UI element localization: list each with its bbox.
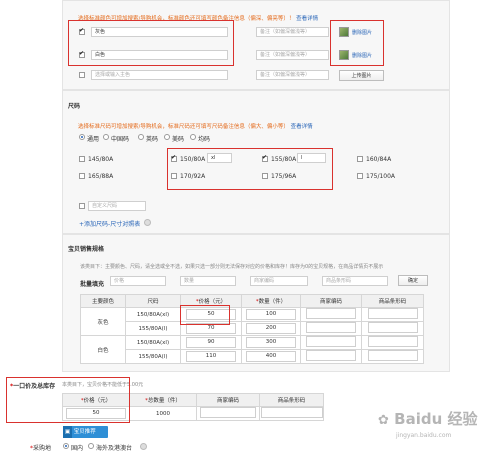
color-hint-link[interactable]: 查看详情 — [296, 16, 318, 22]
size-checkbox-145[interactable] — [79, 156, 85, 162]
size-standard-label-uk: 英码 — [146, 136, 159, 143]
size-standard-radio-uk[interactable] — [138, 134, 144, 140]
sku-barcode-input[interactable] — [367, 322, 418, 333]
size-title: 尺码 — [68, 103, 81, 110]
purchase-label: *采购地 — [30, 445, 52, 452]
sku-header-color: 主要颜色 — [80, 294, 126, 308]
sku-size-cell: 150/80A(xl) — [125, 335, 181, 350]
batch-fill-label: 批量填充 — [80, 281, 105, 288]
color-remark-input-gray[interactable]: 备注（如偏深偏浅等） — [256, 27, 329, 37]
batch-confirm-button[interactable]: 确定 — [398, 275, 428, 286]
sku-qty-input[interactable]: 300 — [246, 337, 296, 348]
custom-size-checkbox[interactable] — [79, 203, 85, 209]
size-standard-label-general: 通用 — [87, 136, 100, 143]
size-checkbox-160[interactable] — [357, 156, 363, 162]
smart-recommend-icon: ▣ — [63, 426, 72, 438]
sku-code-input[interactable] — [306, 308, 356, 319]
baidu-watermark-url: jingyan.baidu.com — [396, 432, 452, 439]
size-hint-link[interactable]: 查看详情 — [291, 124, 313, 130]
color-remark-input-new[interactable]: 备注（如偏深偏浅等） — [256, 70, 329, 80]
sku-color-cell: 白色 — [80, 335, 126, 364]
sku-barcode-input[interactable] — [367, 350, 418, 361]
sku-qty-input[interactable]: 100 — [246, 309, 296, 320]
batch-price-input[interactable]: 价格 — [110, 276, 166, 286]
code-header: 商家编码 — [196, 393, 260, 407]
paw-icon: ✿ — [378, 413, 389, 428]
sku-header-code: 商家编码 — [300, 294, 362, 308]
barcode-header: 商品条形码 — [259, 393, 324, 407]
add-size-chart-link[interactable]: +添加尺码-尺寸对照表 — [79, 219, 140, 228]
sku-size-cell: 150/80A(xl) — [125, 307, 181, 322]
batch-qty-input[interactable]: 数量 — [180, 276, 236, 286]
size-standard-radio-general[interactable] — [79, 134, 85, 140]
sale-spec-desc: 该类目下：主要颜色、尺码，请全选或全不选，如果只选一部分则无法保存对应的价格和库… — [80, 264, 384, 270]
size-checkbox-165[interactable] — [79, 173, 85, 179]
purchase-radio-domestic[interactable] — [63, 443, 69, 449]
purchase-label-overseas: 海外及港澳台 — [96, 445, 133, 452]
highlight-price-stock — [6, 377, 130, 423]
custom-size-input[interactable]: 自定义尺码 — [88, 201, 146, 211]
sku-price-input[interactable]: 90 — [186, 337, 236, 348]
sku-qty-input[interactable]: 200 — [246, 323, 296, 334]
size-standard-label-us: 美码 — [172, 136, 185, 143]
size-checkbox-175-100[interactable] — [357, 173, 363, 179]
upload-image-button[interactable]: 上传图片 — [339, 70, 384, 81]
size-chart-help-icon[interactable] — [144, 219, 151, 226]
size-label-175-100: 175/100A — [366, 173, 396, 180]
sku-table-header: 主要颜色 尺码 *价格（元） *数量（件） 商家编码 商品条形码 — [80, 294, 424, 308]
sku-code-input[interactable] — [306, 350, 356, 361]
purchase-radio-overseas[interactable] — [88, 443, 94, 449]
color-remark-input-white[interactable]: 备注（如偏深偏浅等） — [256, 50, 329, 60]
batch-code-input[interactable]: 商家编码 — [250, 276, 308, 286]
sku-header-size: 尺码 — [125, 294, 181, 308]
price-barcode-input[interactable] — [260, 407, 323, 418]
table-row: 155/80A(l) 70 200 — [81, 321, 424, 336]
price-code-input[interactable] — [200, 407, 256, 418]
table-row: 155/80A(l) 110 400 — [81, 349, 424, 364]
size-standard-radio-free[interactable] — [190, 134, 196, 140]
sku-color-cell: 灰色 — [80, 307, 126, 336]
table-row: 白色 150/80A(xl) 90 300 — [80, 335, 424, 364]
size-label-165: 165/88A — [88, 173, 114, 180]
size-label-145: 145/80A — [88, 156, 114, 163]
sku-header-qty: *数量（件） — [241, 294, 301, 308]
highlight-first-price — [180, 305, 230, 325]
total-qty-value: 1000 — [129, 406, 197, 421]
total-qty-header: *总数量（件） — [129, 393, 197, 407]
purchase-label-domestic: 国内 — [71, 445, 84, 452]
sku-size-cell: 155/80A(l) — [125, 349, 181, 364]
color-checkbox-new[interactable] — [79, 72, 85, 78]
size-standard-radio-us[interactable] — [164, 134, 170, 140]
smart-recommend-button[interactable]: ▣ 宝贝推荐 — [63, 426, 108, 438]
sku-code-input[interactable] — [306, 322, 356, 333]
batch-barcode-input[interactable]: 商品条形码 — [322, 276, 388, 286]
table-row: 灰色 150/80A(xl) 50 100 — [80, 307, 424, 336]
sku-header-barcode: 商品条形码 — [361, 294, 424, 308]
highlight-selected-sizes — [167, 148, 333, 190]
sku-code-input[interactable] — [306, 336, 356, 347]
sku-price-input[interactable]: 110 — [186, 351, 236, 362]
color-name-input-new[interactable]: 选择或输入主色 — [91, 70, 228, 80]
size-standard-radio-china[interactable] — [103, 134, 109, 140]
sku-size-cell: 155/80A(l) — [125, 321, 181, 336]
sku-barcode-input[interactable] — [367, 308, 418, 319]
baidu-watermark: ✿ Baidu 经验 — [378, 410, 478, 428]
size-standard-label-china: 中国码 — [111, 136, 130, 143]
sku-barcode-input[interactable] — [367, 336, 418, 347]
sku-table: 主要颜色 尺码 *价格（元） *数量（件） 商家编码 商品条形码 灰色 150/… — [80, 294, 424, 364]
size-label-160: 160/84A — [366, 156, 392, 163]
highlight-color-images — [330, 20, 384, 66]
size-standard-label-free: 均码 — [198, 136, 211, 143]
highlight-color-rows — [68, 20, 234, 66]
size-hint: 选择标准尺码可增加搜索/导购机会，标准尺码还可填写尺码备注信息（偏大、偏小等） … — [78, 124, 313, 130]
sale-spec-title: 宝贝销售规格 — [68, 246, 105, 253]
purchase-help-icon[interactable] — [140, 443, 147, 450]
sku-qty-input[interactable]: 400 — [246, 351, 296, 362]
